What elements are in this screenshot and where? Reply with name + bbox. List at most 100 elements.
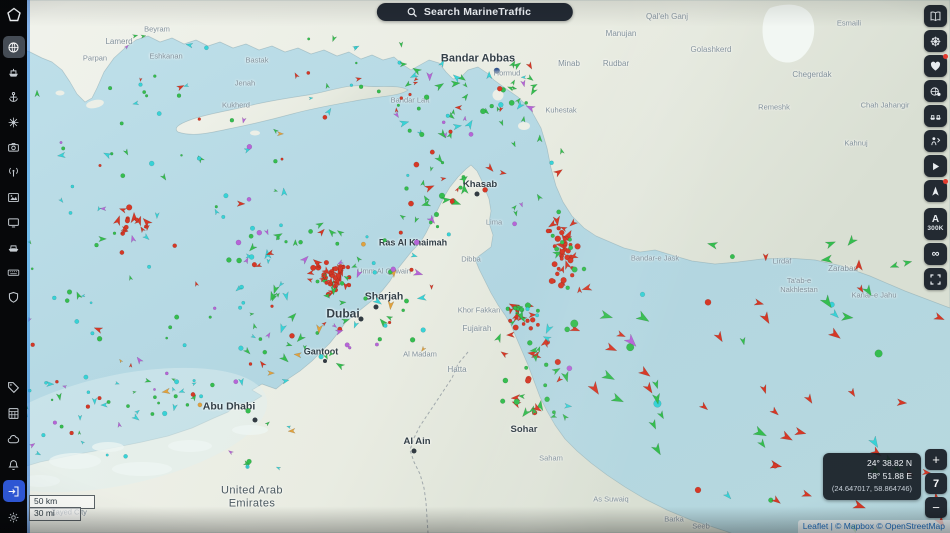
vessel-marker[interactable] [315,279,320,284]
vessel-marker[interactable] [377,337,382,342]
vessel-marker[interactable] [124,218,131,224]
vessel-marker[interactable] [131,413,140,421]
vessel-marker[interactable] [339,281,345,286]
vessel-marker[interactable] [656,409,664,420]
vessel-marker[interactable] [360,241,366,247]
vessel-marker[interactable] [450,80,461,88]
vessel-marker[interactable] [497,85,503,92]
my-fleets-button[interactable] [924,105,947,127]
vessel-marker[interactable] [210,382,215,388]
vessel-marker[interactable] [267,370,276,376]
vessel-marker[interactable] [480,108,486,115]
vessel-marker[interactable] [433,211,440,218]
vessel-marker[interactable] [867,435,879,449]
vessel-marker[interactable] [819,294,832,309]
vessel-marker[interactable] [123,44,129,50]
vessel-marker[interactable] [525,105,536,113]
vessel-marker[interactable] [126,204,133,211]
vessel-marker[interactable] [356,268,364,279]
vessel-marker[interactable] [454,186,459,193]
vessel-marker[interactable] [334,329,344,336]
vessel-marker[interactable] [28,443,36,449]
vessel-marker[interactable] [604,342,618,352]
vessel-marker[interactable] [340,318,350,325]
vessel-marker[interactable] [544,396,550,402]
vessel-marker[interactable] [185,42,194,49]
vessel-marker[interactable] [289,332,295,339]
vessel-marker[interactable] [68,210,73,215]
sidebar-item-cloud-services[interactable] [3,428,25,450]
vessel-marker[interactable] [520,79,526,88]
vessel-marker[interactable] [335,362,346,371]
vessel-marker[interactable] [387,320,392,325]
vessel-marker[interactable] [398,41,404,48]
vessel-marker[interactable] [560,240,565,245]
sidebar-item-ports[interactable] [3,86,25,108]
vessel-marker[interactable] [458,185,463,190]
vessel-marker[interactable] [139,77,143,83]
vessel-marker[interactable] [408,200,414,207]
vessel-marker[interactable] [180,153,183,157]
vessel-marker[interactable] [555,271,560,277]
vessel-marker[interactable] [820,254,834,264]
vessel-marker[interactable] [76,291,83,301]
vessel-marker[interactable] [118,208,128,214]
vessel-marker[interactable] [354,77,363,83]
vessel-marker[interactable] [156,111,162,117]
vessel-marker[interactable] [168,325,173,330]
vessel-marker[interactable] [829,308,840,319]
vessel-marker[interactable] [318,354,324,360]
vessel-marker[interactable] [284,239,288,244]
vessel-marker[interactable] [462,115,467,122]
vessel-marker[interactable] [587,380,600,395]
vessel-marker[interactable] [445,113,450,118]
vessel-marker[interactable] [535,308,540,313]
vessel-marker[interactable] [325,82,331,90]
vessel-marker[interactable] [52,295,57,301]
vessel-marker[interactable] [328,228,338,238]
vessel-marker[interactable] [316,228,325,237]
vessel-marker[interactable] [77,430,82,436]
vessel-marker[interactable] [440,196,452,204]
vessel-marker[interactable] [568,245,574,251]
vessel-marker[interactable] [502,377,509,384]
vessel-marker[interactable] [639,291,646,298]
vessel-marker[interactable] [694,486,702,494]
vessel-marker[interactable] [484,162,494,173]
vessel-marker[interactable] [525,73,534,81]
vessel-marker[interactable] [554,358,561,366]
vessel-marker[interactable] [550,233,555,238]
vessel-marker[interactable] [272,128,280,135]
vessel-marker[interactable] [126,404,130,408]
vessel-marker[interactable] [525,377,532,384]
vessel-marker[interactable] [314,222,325,230]
search-bar[interactable]: Search MarineTraffic [376,3,574,21]
vessel-marker[interactable] [61,146,66,151]
sidebar-item-tools[interactable] [3,261,25,283]
vessel-marker[interactable] [525,306,530,312]
vessel-marker[interactable] [248,242,258,252]
vessel-marker[interactable] [729,254,735,260]
vessel-marker[interactable] [55,392,62,402]
vessel-marker[interactable] [779,430,794,441]
pilots-button[interactable] [924,130,947,152]
vessel-marker[interactable] [446,232,451,237]
vessel-marker[interactable] [414,215,420,224]
route-planner-button[interactable] [924,30,947,52]
vessel-marker[interactable] [238,305,243,310]
vessel-marker[interactable] [236,200,246,207]
vessel-marker[interactable] [173,394,178,399]
vessel-marker[interactable] [258,337,263,341]
vessel-marker[interactable] [262,349,268,355]
vessel-marker[interactable] [154,211,160,220]
vessel-marker[interactable] [508,318,513,323]
vessel-marker[interactable] [308,228,313,234]
vessel-marker[interactable] [756,438,766,449]
sidebar-item-photos[interactable] [3,136,25,158]
vessel-marker[interactable] [524,101,529,105]
vessel-marker[interactable] [412,81,419,86]
vessel-marker[interactable] [252,322,258,330]
vessel-marker[interactable] [800,489,813,497]
vessel-marker[interactable] [581,283,593,291]
vessel-marker[interactable] [226,257,232,263]
